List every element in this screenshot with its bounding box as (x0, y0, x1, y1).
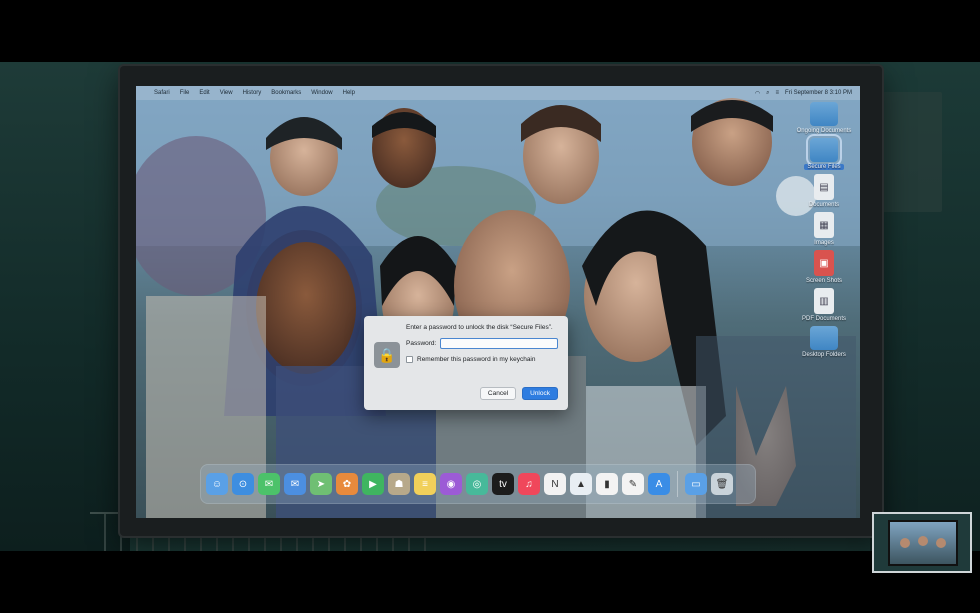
menu-item-help[interactable]: Help (343, 90, 355, 96)
left-shelf (0, 62, 130, 551)
facetime-icon[interactable]: ▶ (362, 473, 384, 495)
downloads-folder-icon[interactable]: ▭ (685, 473, 707, 495)
menu-bar: Safari File Edit View History Bookmarks … (136, 86, 860, 100)
menu-item-file[interactable]: File (180, 90, 190, 96)
desktop-wallpaper (136, 86, 860, 518)
photos-icon[interactable]: ✿ (336, 473, 358, 495)
menu-extras: ◠ ⌕ ≡ Fri September 8 3:10 PM (755, 90, 852, 97)
menubar-clock[interactable]: Fri September 8 3:10 PM (785, 90, 852, 96)
desktop-icons: Ongoing Documents Secure Files ▤ Documen… (794, 102, 854, 358)
pdf-icon: ▥ (814, 288, 834, 314)
remember-checkbox[interactable] (406, 356, 413, 363)
desktop-item-label: Images (814, 240, 834, 246)
lock-drive-icon: 🔒 (374, 342, 400, 368)
cancel-button[interactable]: Cancel (479, 387, 517, 400)
password-label: Password: (406, 340, 437, 347)
finder-icon[interactable]: ☺ (206, 473, 228, 495)
podcasts-icon[interactable]: ◉ (440, 473, 462, 495)
document-icon: ▤ (814, 174, 834, 200)
notes-icon[interactable]: ≡ (414, 473, 436, 495)
letterbox-bottom (0, 551, 980, 613)
screenshot-icon: ▣ (814, 250, 834, 276)
folder-icon (810, 102, 838, 126)
desktop-item-label: Desktop Folders (802, 352, 846, 358)
menu-item-bookmarks[interactable]: Bookmarks (271, 90, 301, 96)
desktop-item-label: Secure Files (804, 164, 844, 170)
wifi-icon[interactable]: ◠ (755, 90, 760, 97)
contacts-icon[interactable]: ☗ (388, 473, 410, 495)
dialog-message: Enter a password to unlock the disk “Sec… (406, 324, 553, 331)
maps-icon[interactable]: ➤ (310, 473, 332, 495)
desktop-item-screen-shots[interactable]: ▣ Screen Shots (796, 250, 852, 284)
wall-poster (872, 92, 942, 212)
desktop-item-label: Screen Shots (805, 278, 843, 284)
thumbnail-screen (888, 520, 958, 566)
menu-item-view[interactable]: View (220, 90, 233, 96)
mac-screen: Safari File Edit View History Bookmarks … (136, 86, 860, 518)
dialog-buttons: Cancel Unlock (479, 387, 558, 400)
thumbnail-face (936, 538, 946, 548)
menu-item-app[interactable]: Safari (154, 90, 170, 96)
dock: ☺ ⊙ ✉ ✉ ➤ ✿ ▶ ☗ ≡ ◉ ◎ tv ♫ N ▲ ▮ ✎ A ▭ 🗑 (200, 464, 756, 504)
monitor: Safari File Edit View History Bookmarks … (120, 66, 882, 536)
thumbnail-face (900, 538, 910, 548)
safari-icon[interactable]: ⊙ (232, 473, 254, 495)
appletv-icon[interactable]: tv (492, 473, 514, 495)
desktop-item-desktop-folders[interactable]: Desktop Folders (796, 326, 852, 358)
folder-icon (806, 134, 842, 166)
desktop-item-documents[interactable]: ▤ Documents (796, 174, 852, 208)
menu-item-window[interactable]: Window (311, 90, 332, 96)
dock-separator (677, 471, 678, 497)
messages-icon[interactable]: ✉ (258, 473, 280, 495)
control-center-icon[interactable]: ≡ (775, 90, 779, 96)
password-row: Password: (406, 338, 559, 349)
pages-icon[interactable]: ✎ (622, 473, 644, 495)
desktop-item-images[interactable]: ▦ Images (796, 212, 852, 246)
news-icon[interactable]: N (544, 473, 566, 495)
menu-item-history[interactable]: History (243, 90, 262, 96)
picture-in-picture-thumbnail[interactable] (872, 512, 972, 573)
image-icon: ▦ (814, 212, 834, 238)
desktop-item-label: Documents (808, 202, 840, 208)
folder-icon (810, 326, 838, 350)
unlock-button[interactable]: Unlock (522, 387, 558, 400)
menu-item-edit[interactable]: Edit (199, 90, 209, 96)
thumbnail-face (918, 536, 928, 546)
trash-icon[interactable]: 🗑 (711, 473, 733, 495)
keynote-icon[interactable]: ▲ (570, 473, 592, 495)
desktop-item-secure-files[interactable]: Secure Files (796, 134, 852, 170)
remember-label: Remember this password in my keychain (417, 356, 536, 363)
numbers-icon[interactable]: ▮ (596, 473, 618, 495)
unlock-disk-dialog: 🔒 Enter a password to unlock the disk “S… (364, 316, 568, 410)
findmy-icon[interactable]: ◎ (466, 473, 488, 495)
appstore-icon[interactable]: A (648, 473, 670, 495)
desktop-item-pdf-documents[interactable]: ▥ PDF Documents (796, 288, 852, 322)
music-icon[interactable]: ♫ (518, 473, 540, 495)
remember-keychain-row[interactable]: Remember this password in my keychain (406, 356, 536, 363)
desktop-item-ongoing-documents[interactable]: Ongoing Documents (796, 102, 852, 134)
desktop-item-label: Ongoing Documents (796, 128, 852, 134)
search-icon[interactable]: ⌕ (766, 90, 769, 97)
desktop-item-label: PDF Documents (801, 316, 846, 322)
password-input[interactable] (440, 338, 559, 349)
letterbox-top (0, 0, 980, 62)
mail-icon[interactable]: ✉ (284, 473, 306, 495)
